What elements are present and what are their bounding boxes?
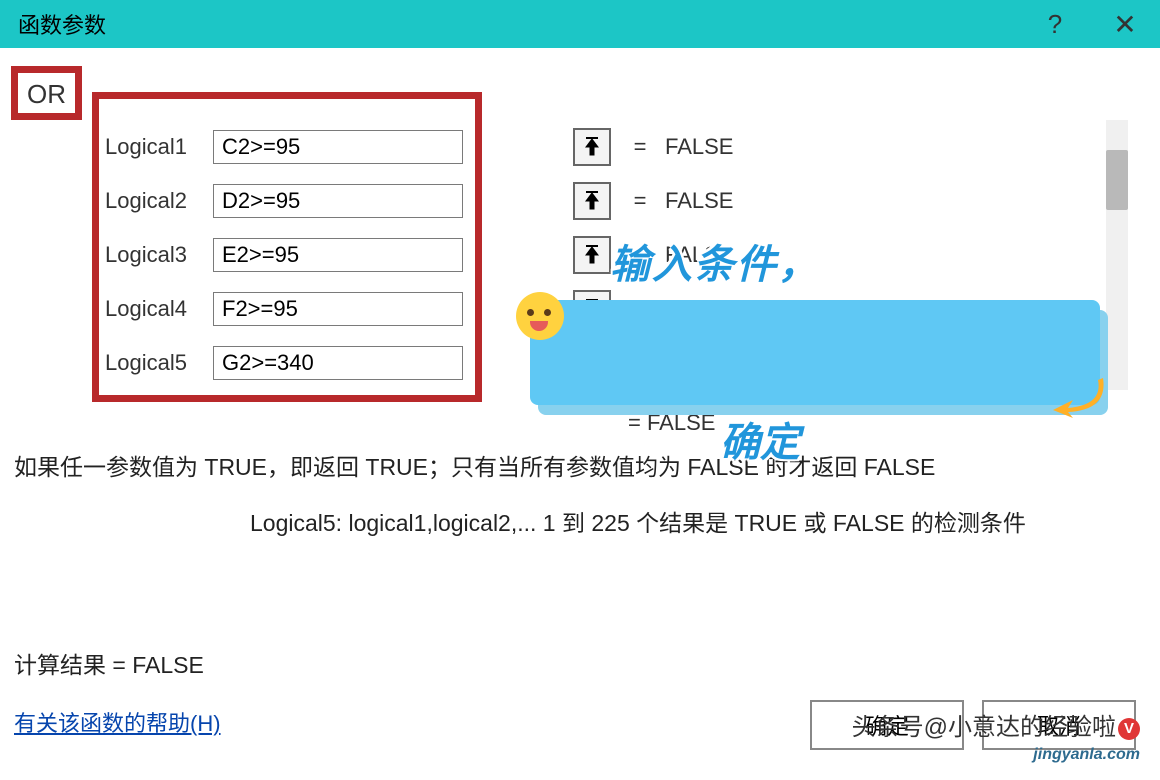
function-description: 如果任一参数值为 TRUE，即返回 TRUE；只有当所有参数值均为 FALSE … [14, 448, 1130, 482]
arg-input-logical2[interactable] [213, 184, 463, 218]
titlebar: 函数参数 ? ✕ [0, 0, 1160, 48]
arg-row-2: Logical2 = FALSE [105, 174, 1140, 228]
help-link[interactable]: 有关该函数的帮助(H) [14, 706, 221, 738]
annotation-box [530, 300, 1100, 405]
arg-result: FALSE [665, 188, 733, 214]
arg-label: Logical2 [105, 188, 213, 214]
arg-input-logical3[interactable] [213, 238, 463, 272]
arg-label: Logical3 [105, 242, 213, 268]
close-button[interactable]: ✕ [1090, 0, 1160, 48]
window-controls: ? ✕ [1020, 0, 1160, 48]
up-arrow-icon [584, 191, 600, 211]
calculation-result: 计算结果 = FALSE [14, 646, 204, 680]
emoji-icon [516, 292, 564, 340]
equals-sign: = [625, 134, 655, 160]
close-icon: ✕ [1113, 8, 1136, 41]
arg-label: Logical5 [105, 350, 213, 376]
arg-input-logical1[interactable] [213, 130, 463, 164]
arg-result: FALSE [665, 134, 733, 160]
formula-result-summary: = FALSE [628, 410, 715, 436]
range-selector-button[interactable] [573, 236, 611, 274]
annotation-input-conditions: 输入条件， [610, 232, 820, 290]
arg-label: Logical4 [105, 296, 213, 322]
dialog-title: 函数参数 [18, 8, 106, 40]
up-arrow-icon [584, 245, 600, 265]
arg-label: Logical1 [105, 134, 213, 160]
argument-description: Logical5: logical1,logical2,... 1 到 225 … [250, 504, 1130, 538]
arg-input-logical5[interactable] [213, 346, 463, 380]
arg-row-1: Logical1 = FALSE [105, 120, 1140, 174]
range-selector-button[interactable] [573, 128, 611, 166]
verified-badge-icon: V [1118, 718, 1140, 740]
up-arrow-icon [584, 137, 600, 157]
range-selector-button[interactable] [573, 182, 611, 220]
annotation-confirm: 确定 [720, 410, 800, 468]
curved-arrow-icon [1048, 370, 1108, 420]
function-name-badge: OR [11, 66, 82, 120]
watermark-site: jingyanla.com [1033, 746, 1140, 764]
arg-input-logical4[interactable] [213, 292, 463, 326]
equals-sign: = [625, 188, 655, 214]
scrollbar-thumb[interactable] [1106, 150, 1128, 210]
watermark-text: 头条号@小意达的经验啦V [852, 707, 1140, 742]
help-button[interactable]: ? [1020, 0, 1090, 48]
